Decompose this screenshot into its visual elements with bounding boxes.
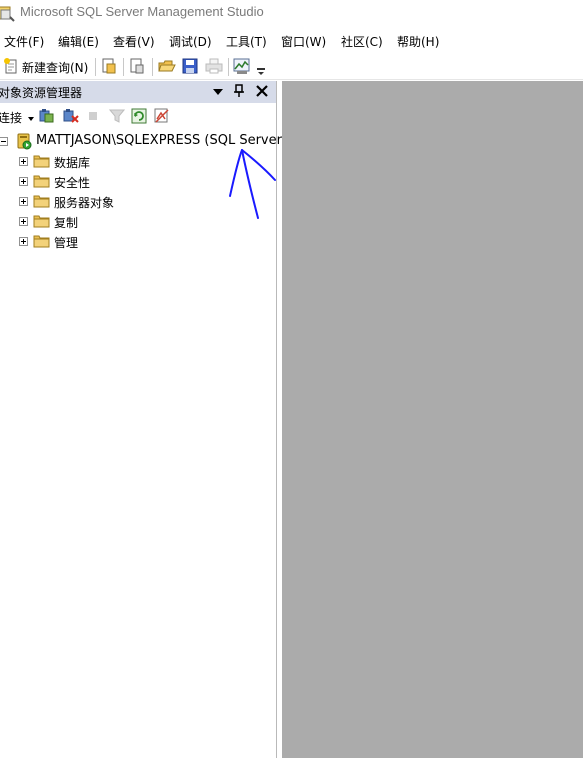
analysis-query-button[interactable]: [128, 56, 146, 78]
folder-icon: [33, 153, 50, 171]
stop-square-icon: [88, 110, 98, 124]
menu-debug[interactable]: 调试(D): [169, 33, 212, 50]
folder-icon: [33, 213, 50, 231]
menu-help[interactable]: 帮助(H): [397, 33, 439, 50]
filter-button[interactable]: [108, 108, 126, 127]
expand-toggle[interactable]: [19, 157, 28, 166]
toolbar-overflow-icon: [257, 56, 265, 79]
printer-icon: [205, 58, 223, 77]
window-position-dropdown[interactable]: [210, 83, 226, 101]
expand-toggle[interactable]: [19, 237, 28, 246]
monitor-chart-icon: [233, 57, 251, 78]
pin-icon: [233, 83, 245, 101]
save-button[interactable]: [182, 56, 198, 78]
tree-node-server-objects[interactable]: 服务器对象: [0, 191, 276, 211]
toolbar-separator: [123, 58, 124, 76]
folder-icon: [33, 173, 50, 191]
tree-node-label: 数据库: [54, 156, 91, 170]
tree-node-databases[interactable]: 数据库: [0, 151, 276, 171]
menu-bar: 文件(F) 编辑(E) 查看(V) 调试(D) 工具(T) 窗口(W) 社区(C…: [0, 27, 583, 53]
object-explorer-title: 对象资源管理器: [0, 86, 83, 100]
tree-node-server[interactable]: MATTJASON\SQLEXPRESS (SQL Server 10: [0, 131, 303, 153]
disconnect-server-icon: [62, 109, 80, 127]
folder-icon: [33, 233, 50, 251]
refresh-icon: [131, 108, 147, 127]
new-query-button[interactable]: 新建查询(N): [3, 56, 88, 78]
expand-toggle[interactable]: [19, 177, 28, 186]
new-query-label: 新建查询(N): [22, 60, 89, 75]
open-folder-icon: [158, 57, 176, 78]
filter-funnel-icon: [108, 109, 126, 127]
title-bar: Microsoft SQL Server Management Studio: [0, 0, 583, 26]
auto-hide-pin-button[interactable]: [231, 83, 247, 101]
connect-object-explorer-button[interactable]: [38, 108, 56, 127]
object-explorer-header: 对象资源管理器: [0, 81, 276, 103]
tree-node-label: 复制: [54, 216, 79, 230]
menu-tools[interactable]: 工具(T): [226, 33, 267, 50]
expand-toggle[interactable]: [19, 197, 28, 206]
menu-community[interactable]: 社区(C): [341, 33, 383, 50]
connect-server-icon: [38, 109, 56, 127]
tree-node-label: 管理: [54, 236, 79, 250]
save-disk-icon: [182, 58, 198, 77]
folder-icon: [33, 193, 50, 211]
server-node-label: MATTJASON\SQLEXPRESS (SQL Server 10: [36, 133, 303, 148]
window-title: Microsoft SQL Server Management Studio: [20, 4, 264, 19]
connect-button[interactable]: 连接: [0, 109, 34, 126]
stop-button[interactable]: [88, 110, 98, 124]
collapse-toggle[interactable]: [0, 137, 8, 146]
expand-toggle[interactable]: [19, 217, 28, 226]
server-running-icon: [16, 132, 32, 153]
connect-dropdown-icon: [27, 111, 34, 125]
standard-toolbar: 新建查询(N): [0, 54, 583, 80]
toolbar-overflow-button[interactable]: [257, 56, 265, 78]
activity-monitor-oe-button[interactable]: [153, 107, 171, 128]
database-engine-query-button[interactable]: [100, 56, 118, 78]
refresh-button[interactable]: [131, 108, 147, 127]
menu-view[interactable]: 查看(V): [113, 33, 155, 50]
tree-node-label: 服务器对象: [54, 196, 115, 210]
menu-file[interactable]: 文件(F): [4, 33, 44, 50]
menu-window[interactable]: 窗口(W): [281, 33, 326, 50]
close-panel-button[interactable]: [254, 83, 270, 101]
disconnect-button[interactable]: [62, 108, 80, 127]
connect-label: 连接: [0, 111, 23, 125]
ssms-app-icon[interactable]: [0, 3, 16, 23]
dropdown-arrow-icon: [212, 85, 224, 99]
object-explorer-toolbar: 连接: [0, 104, 276, 128]
new-db-query-icon: [100, 57, 118, 78]
object-explorer-panel: 对象资源管理器 连接 MATTJASON\SQLEXPRESS (SQL Ser…: [0, 81, 303, 758]
activity-monitor-button[interactable]: [233, 56, 251, 78]
print-button[interactable]: [205, 56, 223, 78]
tree-node-security[interactable]: 安全性: [0, 171, 276, 191]
toolbar-separator: [228, 58, 229, 76]
tree-node-label: 安全性: [54, 176, 91, 190]
new-query-icon: [3, 57, 19, 77]
open-file-button[interactable]: [158, 56, 176, 78]
tree-node-management[interactable]: 管理: [0, 231, 276, 251]
close-icon: [255, 84, 269, 101]
tree-node-replication[interactable]: 复制: [0, 211, 276, 231]
menu-edit[interactable]: 编辑(E): [58, 33, 99, 50]
document-area: [282, 81, 583, 758]
new-analysis-query-icon: [128, 57, 146, 78]
toolbar-separator: [152, 58, 153, 76]
toolbar-separator: [95, 58, 96, 76]
activity-scroll-icon: [153, 108, 171, 128]
